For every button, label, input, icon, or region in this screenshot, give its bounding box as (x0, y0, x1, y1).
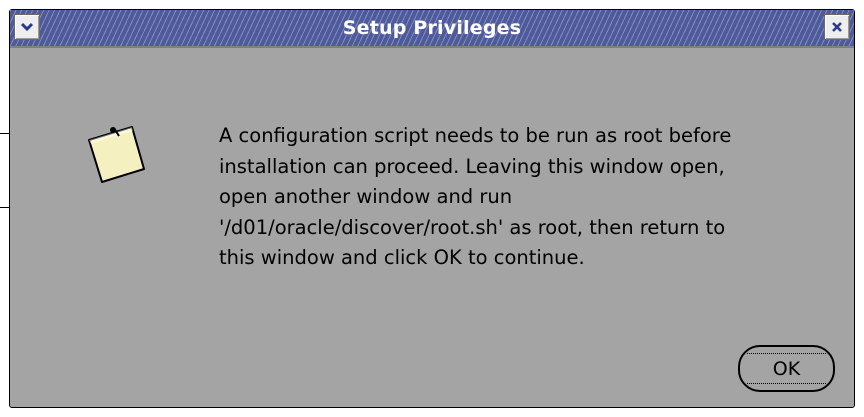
background-edge-mark (0, 133, 9, 134)
ok-button[interactable]: OK (738, 345, 835, 392)
close-icon (832, 22, 842, 32)
window-title: Setup Privileges (10, 10, 854, 46)
title-bar[interactable]: Setup Privileges (10, 10, 854, 48)
message-line: A configuration script needs to be run a… (219, 124, 732, 147)
dialog-message: A configuration script needs to be run a… (219, 121, 859, 274)
background-edge-mark (0, 207, 9, 208)
window-title-label: Setup Privileges (342, 17, 522, 39)
message-line: '/d01/oracle/discover/root.sh' as root, … (219, 215, 726, 239)
message-line: this window and click OK to continue. (219, 246, 585, 270)
note-icon (88, 126, 145, 183)
message-line: open another window and run (219, 185, 513, 209)
message-line: installation can proceed. Leaving this w… (219, 154, 725, 178)
close-button[interactable] (824, 14, 850, 40)
ok-button-label: OK (772, 357, 801, 380)
setup-privileges-dialog: Setup Privileges A configuration script … (9, 9, 855, 408)
